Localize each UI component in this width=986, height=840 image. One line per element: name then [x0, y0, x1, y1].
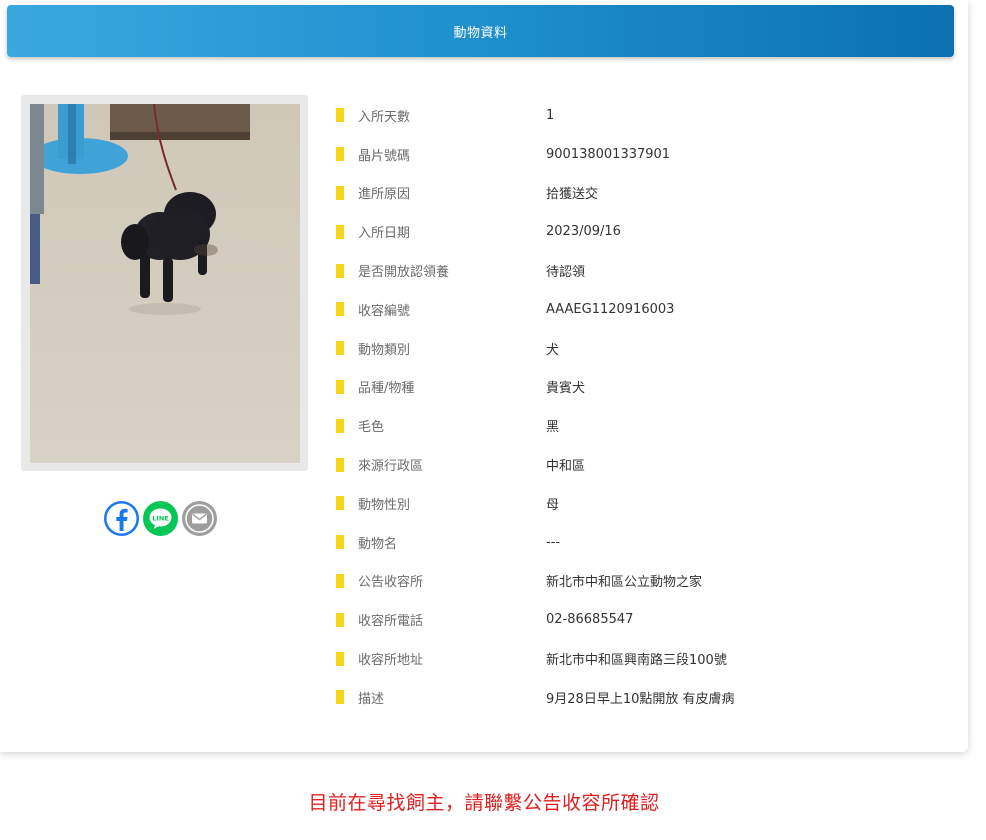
detail-label: 收容所電話 — [358, 614, 424, 630]
detail-value: 新北市中和區興南路三段100號 — [546, 653, 727, 669]
detail-value: 9月28日早上10點開放 有皮膚病 — [546, 691, 735, 707]
detail-row-days: 入所天數 1 — [336, 96, 936, 135]
row-marker — [336, 341, 344, 356]
row-marker — [336, 690, 344, 705]
detail-label: 描述 — [358, 691, 385, 707]
detail-value: 02-86685547 — [546, 612, 634, 628]
detail-label: 晶片號碼 — [358, 148, 411, 164]
mail-share-button[interactable] — [182, 501, 217, 536]
detail-label: 收容所地址 — [358, 653, 424, 669]
card-header: 動物資料 — [7, 5, 954, 57]
page-title: 動物資料 — [453, 25, 508, 41]
detail-label: 動物類別 — [358, 342, 411, 358]
row-marker — [336, 651, 344, 666]
owner-search-notice: 目前在尋找飼主，請聯繫公告收容所確認 — [308, 792, 660, 814]
detail-value: --- — [546, 534, 561, 550]
detail-row-sex: 動物性別 母 — [336, 484, 936, 523]
detail-row-district: 來源行政區 中和區 — [336, 445, 936, 484]
row-marker — [336, 147, 344, 162]
share-buttons: LINE — [104, 501, 217, 536]
detail-row-color: 毛色 黑 — [336, 406, 936, 445]
detail-row-reason: 進所原因 拾獲送交 — [336, 174, 936, 213]
facebook-share-button[interactable] — [104, 501, 139, 536]
detail-label: 公告收容所 — [358, 575, 424, 591]
facebook-icon — [106, 503, 137, 534]
row-marker — [336, 457, 344, 472]
detail-value: 黑 — [546, 420, 560, 436]
detail-row-adoption: 是否開放認領養 待認領 — [336, 251, 936, 290]
line-icon-text: LINE — [152, 515, 168, 523]
detail-value: 貴賓犬 — [546, 381, 586, 397]
animal-info-card: 動物資料 LINE 入所天數 1 晶片號碼 900138001337901 進所… — [0, 0, 968, 752]
row-marker — [336, 612, 344, 627]
animal-photo-frame — [21, 95, 308, 471]
detail-value: 1 — [546, 107, 555, 123]
detail-value: 2023/09/16 — [546, 224, 621, 240]
detail-value: 900138001337901 — [546, 146, 671, 162]
detail-label: 進所原因 — [358, 187, 411, 203]
detail-row-phone: 收容所電話 02-86685547 — [336, 600, 936, 639]
detail-row-entry-date: 入所日期 2023/09/16 — [336, 212, 936, 251]
detail-value: 犬 — [546, 342, 560, 358]
detail-row-chip: 晶片號碼 900138001337901 — [336, 135, 936, 174]
detail-value: AAAEG1120916003 — [546, 301, 675, 317]
line-icon: LINE — [149, 508, 172, 529]
row-marker — [336, 379, 344, 394]
row-marker — [336, 496, 344, 511]
row-marker — [336, 108, 344, 123]
row-marker — [336, 535, 344, 550]
detail-row-breed: 品種/物種 貴賓犬 — [336, 368, 936, 407]
mail-icon — [185, 504, 214, 533]
detail-label: 動物名 — [358, 536, 398, 552]
detail-value: 中和區 — [546, 459, 586, 475]
row-marker — [336, 263, 344, 278]
detail-value: 待認領 — [546, 265, 586, 281]
animal-photo-image — [30, 104, 300, 463]
detail-label: 是否開放認領養 — [358, 265, 450, 281]
detail-value: 拾獲送交 — [546, 187, 599, 203]
animal-photo[interactable] — [30, 104, 300, 463]
row-marker — [336, 418, 344, 433]
detail-row-category: 動物類別 犬 — [336, 329, 936, 368]
animal-detail-list: 入所天數 1 晶片號碼 900138001337901 進所原因 拾獲送交 入所… — [336, 96, 936, 717]
detail-label: 來源行政區 — [358, 459, 424, 475]
detail-label: 品種/物種 — [358, 381, 415, 397]
detail-label: 入所天數 — [358, 109, 411, 125]
detail-row-description: 描述 9月28日早上10點開放 有皮膚病 — [336, 678, 936, 717]
row-marker — [336, 224, 344, 239]
row-marker — [336, 185, 344, 200]
detail-value: 母 — [546, 497, 560, 513]
detail-row-address: 收容所地址 新北市中和區興南路三段100號 — [336, 639, 936, 678]
detail-label: 收容編號 — [358, 303, 411, 319]
detail-row-shelter: 公告收容所 新北市中和區公立動物之家 — [336, 562, 936, 601]
detail-row-name: 動物名 --- — [336, 523, 936, 562]
detail-row-shelter-id: 收容編號 AAAEG1120916003 — [336, 290, 936, 329]
row-marker — [336, 302, 344, 317]
detail-label: 動物性別 — [358, 497, 411, 513]
detail-label: 入所日期 — [358, 226, 411, 242]
line-share-button[interactable]: LINE — [143, 501, 178, 536]
detail-value: 新北市中和區公立動物之家 — [546, 575, 703, 591]
detail-label: 毛色 — [358, 420, 385, 436]
row-marker — [336, 573, 344, 588]
